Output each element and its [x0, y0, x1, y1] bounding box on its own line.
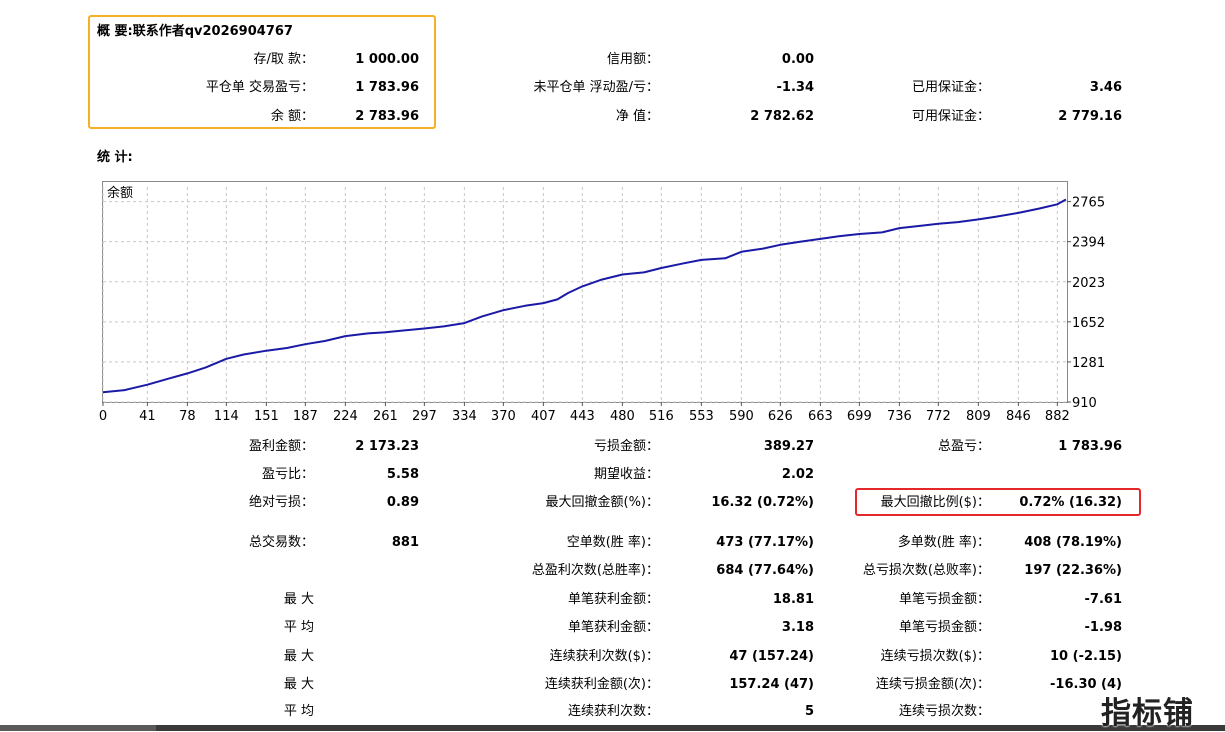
stats-value: 5 [804, 704, 814, 719]
stats-label: 总交易数： [248, 535, 314, 550]
x-tick-label: 480 [610, 409, 635, 424]
y-tick-label: 2023 [1072, 276, 1105, 291]
stats-value: 157.24 (47) [729, 677, 814, 692]
stats-label: 平 均 [283, 704, 314, 719]
taskbar-segment [0, 725, 156, 731]
x-tick-label: 516 [649, 409, 674, 424]
stats-value: 10 (-2.15) [1050, 649, 1122, 664]
x-tick-label: 224 [333, 409, 358, 424]
stats-label: 连续获利次数： [567, 704, 659, 719]
x-tick-label: 114 [214, 409, 239, 424]
x-tick-label: 41 [139, 409, 156, 424]
stats-label: 总盈利次数(总胜率)： [531, 563, 659, 578]
x-tick-label: 736 [887, 409, 912, 424]
stats-label: 单笔亏损金额： [898, 592, 990, 607]
stats-value: 1 783.96 [1058, 439, 1122, 454]
x-tick-label: 370 [491, 409, 516, 424]
x-tick-label: 407 [531, 409, 556, 424]
stats-label: 最 大 [283, 677, 314, 692]
stats-label: 连续亏损金额(次)： [875, 677, 990, 692]
stats-label: 亏损金额： [593, 439, 659, 454]
stats-value: 408 (78.19%) [1024, 535, 1122, 550]
stats-label: 连续亏损次数： [898, 704, 990, 719]
x-tick-label: 261 [373, 409, 398, 424]
stats-value: 684 (77.64%) [716, 563, 814, 578]
stats-value: 3.18 [781, 620, 814, 635]
stats-value: 197 (22.36%) [1024, 563, 1122, 578]
stats-label: 总亏损次数(总败率)： [862, 563, 990, 578]
stats-value: 5.58 [386, 467, 419, 482]
taskbar [0, 725, 1225, 731]
stats-value: -7.61 [1084, 592, 1122, 607]
x-tick-label: 590 [729, 409, 754, 424]
x-tick-label: 882 [1045, 409, 1070, 424]
stats-label: 期望收益： [593, 467, 659, 482]
stats-value: 2 173.23 [355, 439, 419, 454]
x-tick-label: 809 [966, 409, 991, 424]
watermark-logo: 指标铺 [1101, 696, 1194, 731]
x-tick-label: 846 [1006, 409, 1031, 424]
stats-value: 881 [391, 535, 419, 550]
x-tick-label: 297 [412, 409, 437, 424]
stats-label: 绝对亏损： [248, 495, 314, 510]
stats-value: -1.98 [1084, 620, 1122, 635]
stats-label: 空单数(胜 率)： [566, 535, 659, 550]
x-tick-label: 151 [254, 409, 279, 424]
stats-label: 连续获利次数($)： [549, 649, 659, 664]
x-tick-label: 187 [293, 409, 318, 424]
stats-label: 连续亏损次数($)： [880, 649, 990, 664]
stats-label: 多单数(胜 率)： [897, 535, 990, 550]
stats-value: 16.32 (0.72%) [711, 495, 814, 510]
stats-label: 单笔获利金额： [567, 592, 659, 607]
stats-label: 单笔亏损金额： [898, 620, 990, 635]
x-tick-label: 443 [570, 409, 595, 424]
stats-value: 47 (157.24) [729, 649, 814, 664]
stats-label: 单笔获利金额： [567, 620, 659, 635]
x-tick-label: 772 [926, 409, 951, 424]
stats-label: 连续获利金额(次)： [544, 677, 659, 692]
x-tick-label: 663 [808, 409, 833, 424]
x-tick-label: 553 [689, 409, 714, 424]
x-tick-label: 626 [768, 409, 793, 424]
balance-line [102, 198, 1067, 394]
stats-value: 389.27 [763, 439, 814, 454]
stats-label: 盈亏比： [261, 467, 314, 482]
balance-chart-svg: 0 41 78 114 151 187 224 261 297 334 370 407 443 480 51… [99, 187, 1105, 424]
y-tick-label: 2765 [1072, 196, 1105, 211]
y-tick-label: 2394 [1072, 236, 1105, 251]
max-drawdown-highlight [855, 488, 1141, 516]
stats-label: 总盈亏： [937, 439, 990, 454]
stats-label: 平 均 [283, 620, 314, 635]
x-tick-label: 0 [99, 409, 107, 424]
x-tick-label: 334 [452, 409, 477, 424]
stats-label: 最大回撤金额(%)： [545, 495, 660, 510]
y-tick-label: 910 [1072, 396, 1097, 411]
y-tick-label: 1652 [1072, 316, 1105, 331]
x-tick-label: 699 [847, 409, 872, 424]
stats-value: 18.81 [772, 592, 814, 607]
stats-value: 0.89 [386, 495, 419, 510]
stats-label: 最 大 [283, 649, 314, 664]
stats-label: 盈利金额： [248, 439, 314, 454]
stats-value: 473 (77.17%) [716, 535, 814, 550]
stats-label: 最 大 [283, 592, 314, 607]
y-tick-label: 1281 [1072, 356, 1105, 371]
stats-value: 2.02 [781, 467, 814, 482]
x-tick-label: 78 [179, 409, 196, 424]
